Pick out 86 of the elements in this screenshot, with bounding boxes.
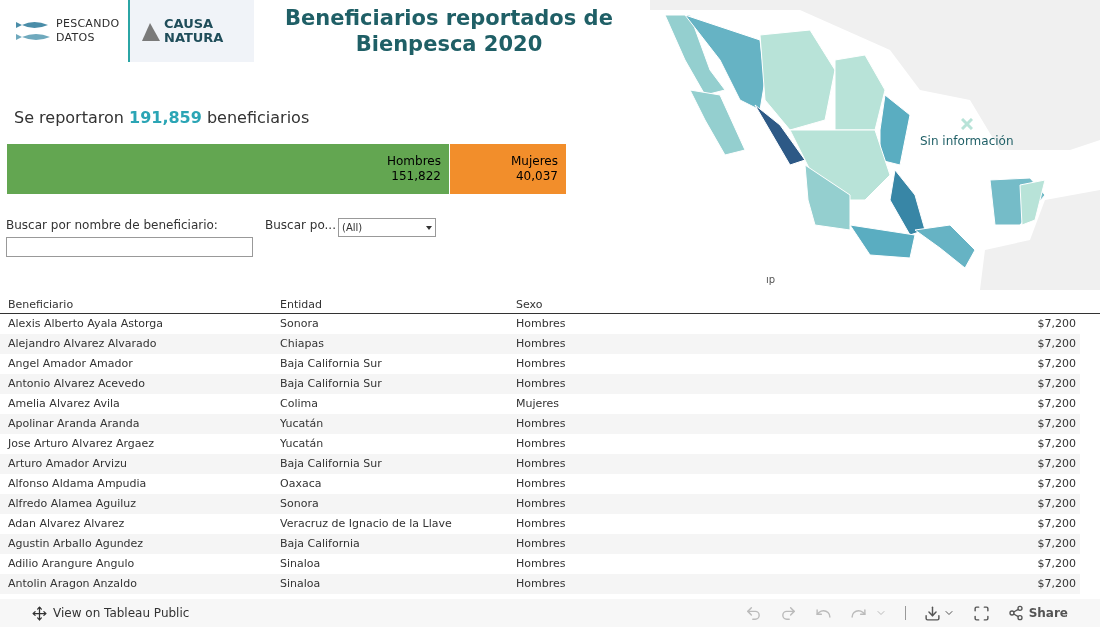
summary-text: Se reportaron 191,859 beneficiarios <box>14 107 310 129</box>
map-legend-label: Sin información <box>920 133 1014 150</box>
table-cell-text: Antolin Aragon Anzaldo <box>7 575 138 592</box>
view-on-tableau-link[interactable]: View on Tableau Public <box>32 604 190 622</box>
table-cell-text: $7,200 <box>1037 475 1077 492</box>
filter-label: Buscar por nombre de beneficiario: <box>6 217 219 234</box>
table-cell-text: $7,200 <box>1037 355 1077 372</box>
table-cell-text: Sonora <box>280 315 320 332</box>
table-cell-text: Hombres <box>516 495 567 512</box>
table-cell-text: Chiapas <box>280 335 325 352</box>
sex-dropdown[interactable]: (All) <box>338 218 436 237</box>
table-cell-text: Arturo Amador Arvizu <box>7 455 128 472</box>
tableau-icon <box>32 605 47 621</box>
cross-icon <box>960 118 973 130</box>
logo-text: NATURA <box>164 31 224 45</box>
table-cell-text: Baja California Sur <box>280 375 383 392</box>
table-cell-text: Mujeres <box>516 395 561 412</box>
table-cell-text: Alfonso Aldama Ampudia <box>7 475 148 492</box>
table-cell-text: Colima <box>280 395 319 412</box>
download-button[interactable] <box>923 604 955 622</box>
table-cell-text: $7,200 <box>1037 395 1077 412</box>
table-cell-text: Hombres <box>516 415 567 432</box>
table-cell-text: $7,200 <box>1037 415 1077 432</box>
table-cell-text: Hombres <box>516 475 567 492</box>
filter-label: Buscar po... <box>265 217 336 234</box>
dashboard-title: Beneficiarios reportados de Bienpesca 2020 <box>284 5 614 57</box>
table-cell-text: Hombres <box>516 375 567 392</box>
share-icon <box>1007 605 1024 621</box>
table-cell-text: $7,200 <box>1037 555 1077 572</box>
table-cell-text: Yucatán <box>280 435 325 452</box>
table-cell-text: Sonora <box>280 495 320 512</box>
table-cell-text: Apolinar Aranda Aranda <box>7 415 141 432</box>
caret-icon <box>426 225 432 230</box>
table-cell-text: Agustin Arballo Agundez <box>7 535 145 552</box>
table-cell-text: Alexis Alberto Ayala Astorga <box>7 315 164 332</box>
bar-value: 151,822 <box>391 169 441 184</box>
column-header: Beneficiario <box>7 298 75 313</box>
table-cell-text: $7,200 <box>1037 575 1077 592</box>
mountain-icon <box>142 21 160 41</box>
table-cell-text: Oaxaca <box>280 475 323 492</box>
share-button[interactable]: Share <box>1007 604 1068 622</box>
table-cell-text: Hombres <box>516 315 567 332</box>
search-field[interactable] <box>6 237 253 257</box>
table-cell-text: Hombres <box>516 435 567 452</box>
table-cell-text: Veracruz de Ignacio de la Llave <box>280 515 453 532</box>
table-cell-text: Alfredo Alamea Aguiluz <box>7 495 138 512</box>
map-attribution: ıp <box>766 273 776 287</box>
table-cell-text: $7,200 <box>1037 455 1077 472</box>
table-cell-text: Yucatán <box>280 415 325 432</box>
table-cell-text: Jose Arturo Alvarez Argaez <box>6 435 156 452</box>
table-cell-text: $7,200 <box>1037 515 1077 532</box>
table-cell-text: Angel Amador Amador <box>7 355 134 372</box>
fullscreen-button[interactable] <box>972 604 990 622</box>
table-cell-text: Hombres <box>516 535 567 552</box>
logo-text: DATOS <box>56 31 96 45</box>
table-cell-text: Hombres <box>516 455 567 472</box>
table-cell-text: Sinaloa <box>280 575 322 592</box>
table-cell-text: Baja California Sur <box>280 455 383 472</box>
table-cell-text: Hombres <box>516 335 567 352</box>
table-cell-text: Amelia Alvarez Avila <box>7 395 121 412</box>
table-cell-text: Baja California <box>280 535 361 552</box>
table-cell-text: $7,200 <box>1037 375 1077 392</box>
bar-label: Hombres <box>386 154 441 169</box>
table-cell-text: Adan Alvarez Alvarez <box>7 515 126 532</box>
table-cell-text: Adilio Arangure Angulo <box>7 555 136 572</box>
table-cell-text: $7,200 <box>1037 315 1077 332</box>
table-cell-text: Sinaloa <box>280 555 322 572</box>
download-icon <box>923 604 941 622</box>
fullscreen-icon <box>972 604 990 622</box>
table-cell-text: Antonio Alvarez Acevedo <box>7 375 147 392</box>
bar-label: Mujeres <box>511 154 558 169</box>
column-header: Sexo <box>516 298 544 313</box>
table-cell-text: $7,200 <box>1037 535 1077 552</box>
table-cell-text: $7,200 <box>1037 495 1077 512</box>
table-cell-text: Alejandro Alvarez Alvarado <box>7 335 158 352</box>
table-cell-text: Hombres <box>516 575 567 592</box>
column-header: Entidad <box>280 298 323 313</box>
logo-text: PESCANDO <box>56 17 120 31</box>
logo-text: CAUSA <box>164 17 215 31</box>
table-cell-text: $7,200 <box>1037 435 1077 452</box>
table-cell-text: Hombres <box>516 515 567 532</box>
table-cell-text: Hombres <box>516 555 567 572</box>
bar-value: 40,037 <box>516 169 558 184</box>
table-cell-text: $7,200 <box>1037 335 1077 352</box>
table-cell-text: Baja California Sur <box>280 355 383 372</box>
table-cell-text: Hombres <box>516 355 567 372</box>
